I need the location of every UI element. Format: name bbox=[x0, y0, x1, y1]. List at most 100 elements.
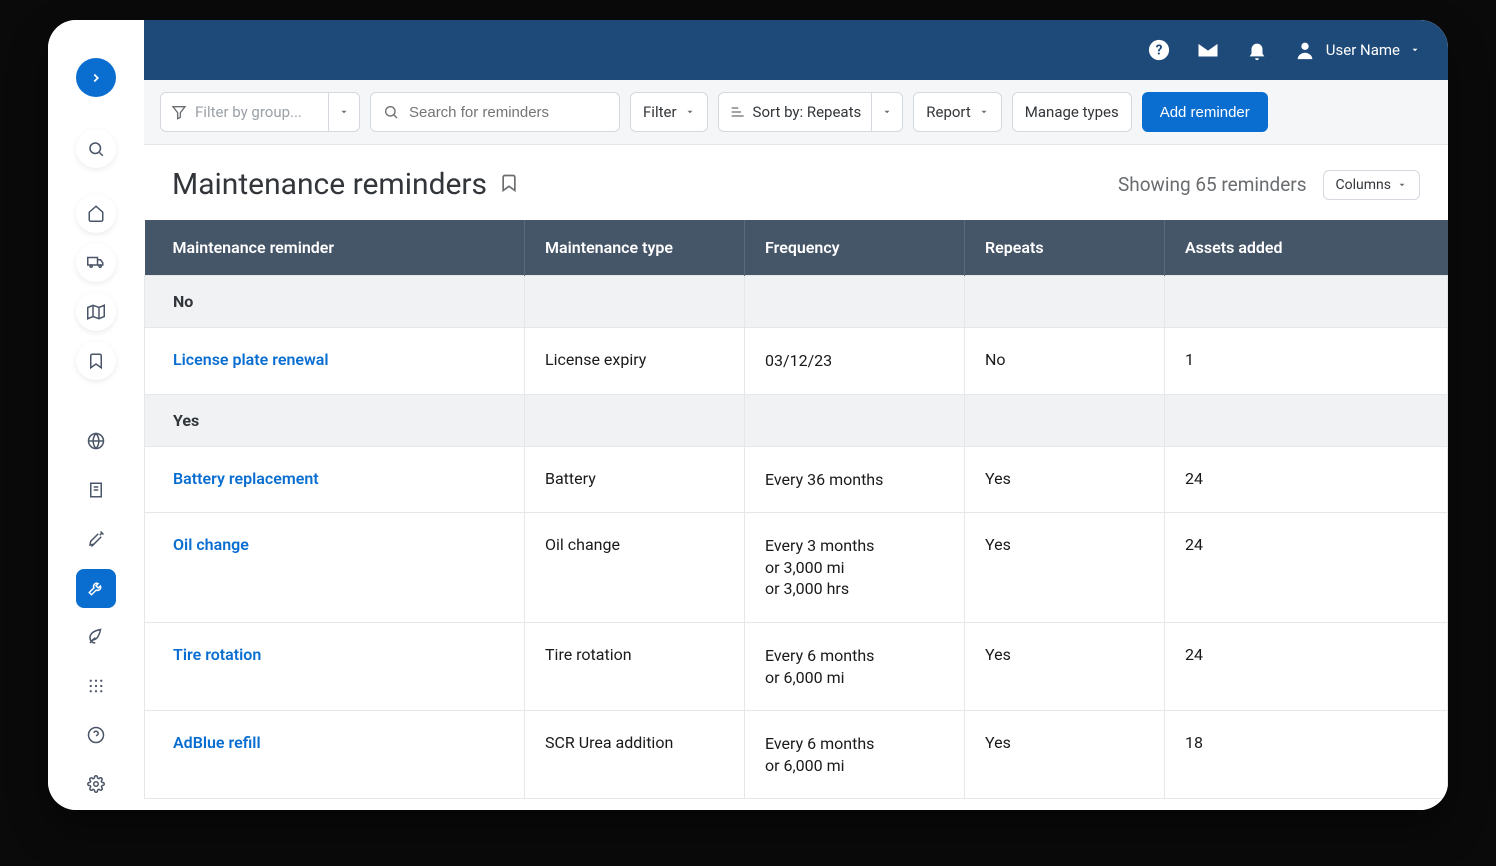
table-row: Battery replacementBatteryEvery 36 month… bbox=[145, 446, 1448, 513]
search-field[interactable] bbox=[409, 104, 608, 121]
search-icon bbox=[383, 104, 399, 120]
sidebar-home[interactable] bbox=[76, 194, 116, 233]
bookmark-page-button[interactable] bbox=[499, 173, 519, 197]
sort-label: Sort by: Repeats bbox=[753, 103, 862, 121]
sidebar-globe[interactable] bbox=[76, 421, 116, 460]
main-content: ? User Name Filter by group... bbox=[144, 20, 1448, 810]
cell-type: Oil change bbox=[525, 513, 745, 623]
cell-frequency: Every 36 months bbox=[745, 446, 965, 513]
help-filled-icon: ? bbox=[1148, 39, 1170, 61]
col-header-repeats[interactable]: Repeats bbox=[965, 220, 1165, 276]
report-label: Report bbox=[926, 103, 971, 121]
notifications-button[interactable] bbox=[1246, 39, 1268, 61]
caret-down-icon bbox=[685, 107, 695, 117]
cell-assets: 1 bbox=[1165, 328, 1448, 395]
reminder-link[interactable]: License plate renewal bbox=[173, 350, 329, 369]
sidebar-receipt[interactable] bbox=[76, 471, 116, 510]
caret-down-icon bbox=[979, 107, 989, 117]
truck-icon bbox=[87, 253, 105, 271]
caret-down-icon bbox=[882, 107, 892, 117]
table-row: AdBlue refill SCR Urea additionEvery 6 mo… bbox=[145, 711, 1448, 799]
cell-type: Tire rotation bbox=[525, 622, 745, 710]
cell-assets: 24 bbox=[1165, 622, 1448, 710]
showing-count: Showing 65 reminders bbox=[1118, 173, 1307, 196]
sidebar-maintenance[interactable] bbox=[76, 569, 116, 608]
topbar: ? User Name bbox=[144, 20, 1448, 80]
report-dropdown[interactable]: Report bbox=[913, 92, 1002, 132]
sidebar-eco[interactable] bbox=[76, 618, 116, 657]
cell-type: SCR Urea addition bbox=[525, 711, 745, 799]
filterbar: Filter by group... Filter Sort by: Repea… bbox=[144, 80, 1448, 145]
manage-types-label: Manage types bbox=[1025, 103, 1119, 121]
sidebar-fleet[interactable] bbox=[76, 243, 116, 282]
manage-types-button[interactable]: Manage types bbox=[1012, 92, 1132, 132]
sort-dropdown[interactable]: Sort by: Repeats bbox=[718, 92, 904, 132]
globe-icon bbox=[87, 432, 105, 450]
caret-down-icon bbox=[1397, 180, 1407, 190]
reminders-table-wrap: Maintenance reminder Maintenance type Fr… bbox=[144, 220, 1448, 810]
reminder-link[interactable]: Battery replacement bbox=[173, 469, 319, 488]
sort-icon bbox=[729, 104, 745, 120]
cell-assets: 18 bbox=[1165, 711, 1448, 799]
col-header-frequency[interactable]: Frequency bbox=[745, 220, 965, 276]
caret-down-icon bbox=[1410, 45, 1420, 55]
sidebar-search[interactable] bbox=[76, 129, 116, 168]
gear-icon bbox=[87, 775, 105, 793]
reminders-table: Maintenance reminder Maintenance type Fr… bbox=[144, 220, 1448, 799]
syringe-icon bbox=[87, 530, 105, 548]
home-icon bbox=[87, 204, 105, 222]
cell-frequency: 03/12/23 bbox=[745, 328, 965, 395]
receipt-icon bbox=[87, 481, 105, 499]
columns-dropdown[interactable]: Columns bbox=[1323, 170, 1420, 200]
cell-frequency: Every 3 monthsor 3,000 mior 3,000 hrs bbox=[745, 513, 965, 623]
help-button[interactable]: ? bbox=[1148, 39, 1170, 61]
user-name-label: User Name bbox=[1326, 41, 1400, 59]
bell-icon bbox=[1246, 39, 1268, 61]
user-menu[interactable]: User Name bbox=[1294, 39, 1420, 61]
bookmark-icon bbox=[499, 173, 519, 193]
reminder-link[interactable]: Tire rotation bbox=[173, 645, 261, 664]
filter-label: Filter bbox=[643, 103, 677, 121]
page-header: Maintenance reminders Showing 65 reminde… bbox=[144, 145, 1448, 220]
sidebar-settings[interactable] bbox=[76, 765, 116, 804]
app-window: ? User Name Filter by group... bbox=[48, 20, 1448, 810]
filter-group-dropdown[interactable]: Filter by group... bbox=[160, 92, 360, 132]
cell-repeats: Yes bbox=[965, 446, 1165, 513]
col-header-type[interactable]: Maintenance type bbox=[525, 220, 745, 276]
user-icon bbox=[1294, 39, 1316, 61]
caret-down-icon bbox=[339, 107, 349, 117]
messages-button[interactable] bbox=[1196, 38, 1220, 62]
col-header-reminder[interactable]: Maintenance reminder bbox=[145, 220, 525, 276]
add-reminder-label: Add reminder bbox=[1160, 104, 1250, 121]
table-row: Oil changeOil changeEvery 3 monthsor 3,0… bbox=[145, 513, 1448, 623]
help-circle-icon bbox=[87, 726, 105, 744]
group-label: Yes bbox=[145, 394, 525, 446]
cell-assets: 24 bbox=[1165, 446, 1448, 513]
reminder-link[interactable]: AdBlue refill bbox=[173, 733, 261, 752]
filter-dropdown[interactable]: Filter bbox=[630, 92, 708, 132]
sidebar-help[interactable] bbox=[76, 716, 116, 755]
cell-frequency: Every 6 monthsor 6,000 mi bbox=[745, 711, 965, 799]
leaf-icon bbox=[87, 628, 105, 646]
cell-repeats: Yes bbox=[965, 513, 1165, 623]
cell-assets: 24 bbox=[1165, 513, 1448, 623]
filter-group-placeholder: Filter by group... bbox=[195, 103, 302, 121]
group-row[interactable]: Yes bbox=[145, 394, 1448, 446]
sidebar-syringe[interactable] bbox=[76, 520, 116, 559]
search-reminders-input[interactable] bbox=[370, 92, 620, 132]
wrench-icon bbox=[87, 579, 105, 597]
map-icon bbox=[87, 303, 105, 321]
col-header-assets[interactable]: Assets added bbox=[1165, 220, 1448, 276]
add-reminder-button[interactable]: Add reminder bbox=[1142, 92, 1268, 132]
sidebar-bookmarks[interactable] bbox=[76, 341, 116, 380]
sidebar-toggle[interactable] bbox=[76, 58, 116, 97]
page-title: Maintenance reminders bbox=[172, 167, 487, 202]
sidebar-map[interactable] bbox=[76, 292, 116, 331]
table-row: Tire rotationTire rotationEvery 6 months… bbox=[145, 622, 1448, 710]
group-row[interactable]: No bbox=[145, 276, 1448, 328]
mail-icon bbox=[1196, 38, 1220, 62]
sidebar-apps[interactable] bbox=[76, 667, 116, 706]
svg-text:?: ? bbox=[1155, 43, 1162, 59]
cell-frequency: Every 6 monthsor 6,000 mi bbox=[745, 622, 965, 710]
reminder-link[interactable]: Oil change bbox=[173, 535, 249, 554]
